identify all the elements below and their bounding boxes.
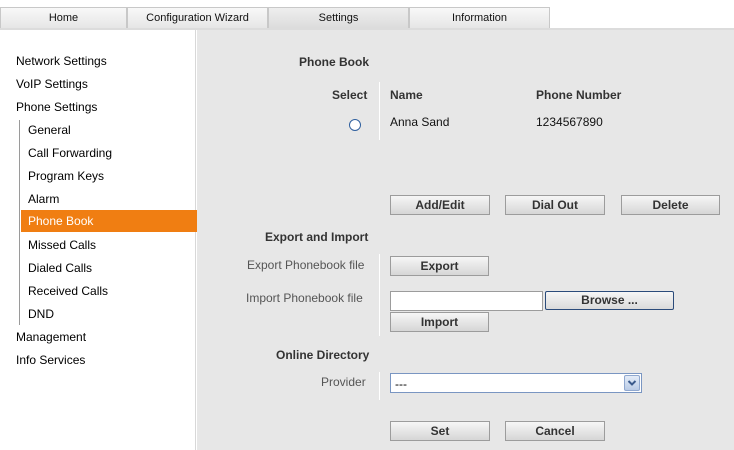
sidebar-item-phone-settings[interactable]: Phone Settings <box>16 100 97 114</box>
chevron-down-icon[interactable] <box>624 375 640 391</box>
phone-book-divider <box>379 82 380 140</box>
dial-out-button[interactable]: Dial Out <box>505 195 605 215</box>
import-phonebook-label: Import Phonebook file <box>246 291 363 305</box>
entry-name: Anna Sand <box>390 115 450 129</box>
sidebar-item-voip-settings[interactable]: VoIP Settings <box>16 77 88 91</box>
col-select-header: Select <box>332 88 368 102</box>
export-import-divider <box>379 254 380 336</box>
sidebar-item-received-calls[interactable]: Received Calls <box>28 284 108 298</box>
entry-number: 1234567890 <box>536 115 603 129</box>
sidebar-item-program-keys[interactable]: Program Keys <box>28 169 104 183</box>
import-button[interactable]: Import <box>390 312 489 332</box>
set-button[interactable]: Set <box>390 421 490 441</box>
phone-book-title: Phone Book <box>299 55 370 69</box>
provider-select[interactable]: --- <box>390 373 642 393</box>
provider-selected-value: --- <box>395 377 407 391</box>
select-entry-radio[interactable] <box>349 119 361 131</box>
sidebar-item-phone-book-label: Phone Book <box>28 214 94 228</box>
delete-button[interactable]: Delete <box>621 195 720 215</box>
sidebar-item-call-forwarding[interactable]: Call Forwarding <box>28 146 112 160</box>
sidebar-item-dnd[interactable]: DND <box>28 307 54 321</box>
export-button[interactable]: Export <box>390 256 489 276</box>
add-edit-button[interactable]: Add/Edit <box>390 195 490 215</box>
export-import-title: Export and Import <box>265 230 369 244</box>
submenu-line <box>19 120 20 325</box>
tab-information[interactable]: Information <box>409 7 550 28</box>
sidebar-item-alarm[interactable]: Alarm <box>28 192 59 206</box>
tab-configuration-wizard[interactable]: Configuration Wizard <box>127 7 268 28</box>
sidebar-item-missed-calls[interactable]: Missed Calls <box>28 238 96 252</box>
tab-home[interactable]: Home <box>0 7 127 28</box>
sidebar-item-phone-book[interactable]: Phone Book <box>21 210 202 232</box>
sidebar-item-management[interactable]: Management <box>16 330 86 344</box>
col-number-header: Phone Number <box>536 88 622 102</box>
sidebar-item-dialed-calls[interactable]: Dialed Calls <box>28 261 92 275</box>
provider-label: Provider <box>321 375 366 389</box>
export-phonebook-label: Export Phonebook file <box>247 258 365 272</box>
cancel-button[interactable]: Cancel <box>505 421 605 441</box>
sidebar-item-network-settings[interactable]: Network Settings <box>16 54 107 68</box>
sidebar-item-info-services[interactable]: Info Services <box>16 353 85 367</box>
sidebar-item-general[interactable]: General <box>28 123 71 137</box>
sidebar: Network Settings VoIP Settings Phone Set… <box>0 30 202 450</box>
tab-settings[interactable]: Settings <box>268 7 409 28</box>
main-content: Phone Book Select Name Phone Number Anna… <box>197 30 734 450</box>
online-directory-divider <box>379 372 380 400</box>
browse-button[interactable]: Browse ... <box>545 291 674 310</box>
import-file-input[interactable] <box>390 291 543 311</box>
online-directory-title: Online Directory <box>276 348 370 362</box>
top-tab-bar: Home Configuration Wizard Settings Infor… <box>0 0 734 30</box>
col-name-header: Name <box>390 88 423 102</box>
